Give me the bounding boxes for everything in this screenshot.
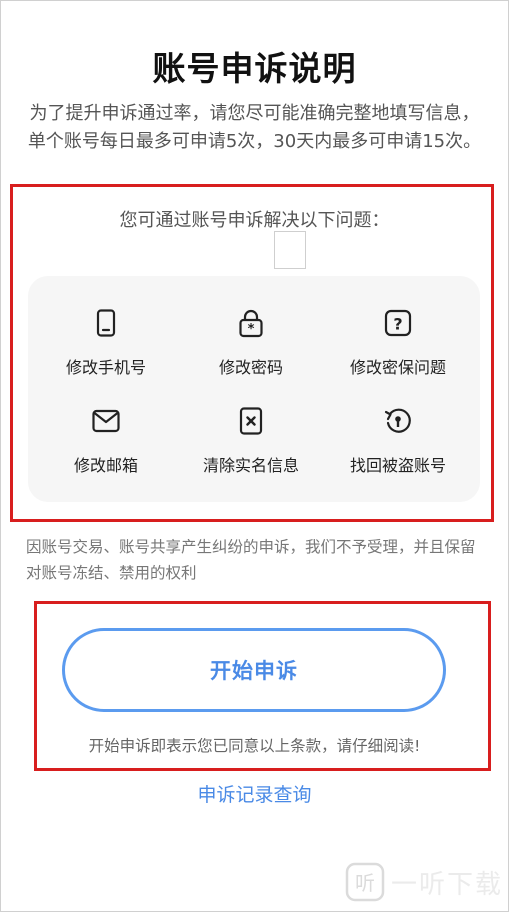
start-appeal-button[interactable]: 开始申诉 xyxy=(62,628,446,712)
watermark-text: 一听下载 xyxy=(391,869,504,900)
overlay-placeholder xyxy=(274,231,306,269)
issues-subtitle: 您可通过账号申诉解决以下问题： xyxy=(119,210,390,231)
dispute-notice: 因账号交易、账号共享产生纠纷的申诉，我们不予受理，并且保留对账号冻结、禁用的权利 xyxy=(26,538,476,582)
svg-text:?: ? xyxy=(393,315,402,334)
issue-label: 修改密码 xyxy=(218,358,283,377)
recover-icon xyxy=(384,408,411,433)
issue-clear-real-name[interactable]: 清除实名信息 xyxy=(176,406,326,476)
issue-label: 清除实名信息 xyxy=(202,456,299,475)
issue-change-phone[interactable]: 修改手机号 xyxy=(31,308,181,378)
issue-label: 修改手机号 xyxy=(65,358,146,377)
phone-icon xyxy=(96,309,116,337)
issues-panel: 修改手机号 * 修改密码 ? 修改密保问题 修改邮箱 清除实名信息 找回被盗账号 xyxy=(28,276,480,502)
issue-change-security-question[interactable]: ? 修改密保问题 xyxy=(323,308,473,378)
issue-change-password[interactable]: * 修改密码 xyxy=(176,308,326,378)
agreement-text: 开始申诉即表示您已同意以上条款，请仔细阅读! xyxy=(88,737,421,755)
issue-change-email[interactable]: 修改邮箱 xyxy=(31,406,181,476)
watermark: 听 一听下载 xyxy=(345,862,503,902)
issue-label: 找回被盗账号 xyxy=(349,456,446,475)
watermark-logo-char: 听 xyxy=(355,871,375,895)
mail-icon xyxy=(92,409,120,433)
lock-icon: * xyxy=(239,309,263,338)
page-description: 为了提升申诉通过率，请您尽可能准确完整地填写信息，单个账号每日最多可申请5次，3… xyxy=(27,103,482,152)
issue-label: 修改密保问题 xyxy=(349,358,446,377)
issue-recover-stolen-account[interactable]: 找回被盗账号 xyxy=(323,406,473,476)
watermark-logo-icon: 听 xyxy=(345,862,385,902)
question-icon: ? xyxy=(384,309,412,337)
svg-text:*: * xyxy=(248,322,255,337)
appeal-records-link[interactable]: 申诉记录查询 xyxy=(0,780,509,807)
id-clear-icon xyxy=(239,407,263,435)
page-title: 账号申诉说明 xyxy=(152,49,357,88)
issue-label: 修改邮箱 xyxy=(73,456,138,475)
